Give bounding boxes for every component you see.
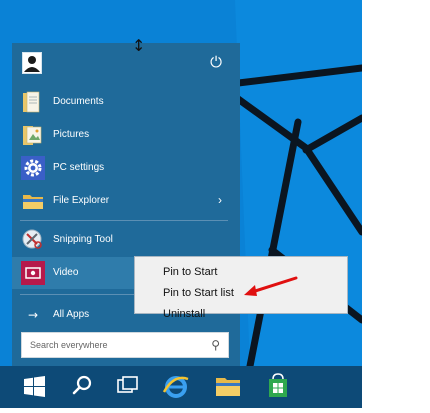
start-item-pictures[interactable]: Pictures [12,119,240,151]
file-explorer-icon [23,195,43,209]
all-apps-link[interactable]: All Apps [53,308,89,322]
magnify-icon[interactable]: ⚲ [211,338,220,352]
context-item-uninstall[interactable]: Uninstall [163,307,205,321]
search-button[interactable] [62,366,102,408]
separator [20,220,228,221]
start-item-label: Documents [53,96,104,107]
context-item-pin-to-start-list[interactable]: Pin to Start list [163,286,234,300]
search-box[interactable]: ⚲ [21,332,229,358]
start-menu: ⏻ Documents Pictures PC settings File Ex… [12,43,240,367]
start-item-pc-settings[interactable]: PC settings [12,152,240,184]
chevron-right-icon[interactable]: › [218,193,222,207]
start-item-snipping-tool[interactable]: Snipping Tool [12,224,240,256]
start-item-label: Snipping Tool [53,234,113,245]
gear-icon [21,156,45,180]
store-button[interactable] [258,366,298,408]
start-item-label: File Explorer [53,195,110,206]
power-button[interactable]: ⏻ [208,53,224,71]
start-item-documents[interactable]: Documents [12,86,240,118]
start-item-label: Pictures [53,129,90,140]
outer-background [362,0,430,408]
context-item-pin-to-start[interactable]: Pin to Start [163,265,217,279]
user-icon [24,56,40,72]
video-icon [21,261,45,285]
task-view-button[interactable] [108,366,148,408]
snipping-tool-icon [22,229,42,249]
taskbar [0,366,362,408]
start-button[interactable] [14,366,54,408]
internet-explorer-button[interactable] [156,366,196,408]
pictures-folder-icon [23,126,42,145]
start-item-label: Video [53,267,79,278]
arrow-right-icon[interactable]: → [28,308,38,322]
file-explorer-button[interactable] [208,366,248,408]
internet-explorer-icon [162,376,189,398]
folder-icon [216,378,240,396]
task-view-icon [117,376,138,393]
windows-logo-icon [24,376,45,397]
annotation-arrow [244,276,298,296]
user-avatar[interactable] [22,52,42,74]
store-icon [269,373,287,397]
start-item-label: PC settings [53,162,105,173]
documents-folder-icon [23,91,40,113]
search-icon [72,375,92,395]
search-input[interactable] [30,338,200,352]
resize-cursor-icon: ↕ [132,36,146,55]
start-item-file-explorer[interactable]: File Explorer › [12,185,240,217]
